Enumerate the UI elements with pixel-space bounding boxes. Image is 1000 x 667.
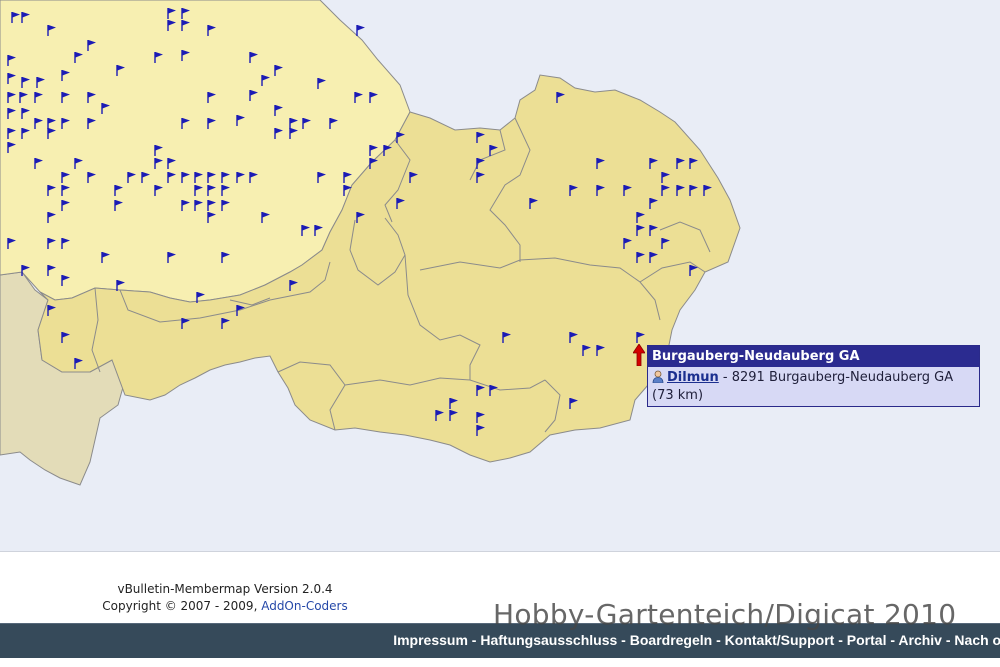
addon-coders-link[interactable]: AddOn-Coders (261, 599, 348, 613)
footer-links: Impressum - Haftungsausschluss - Boardre… (393, 632, 1000, 648)
footer-link-haftungsausschluss[interactable]: Haftungsausschluss (480, 632, 617, 648)
footer-link-archiv[interactable]: Archiv (898, 632, 942, 648)
map-canvas[interactable] (0, 0, 1000, 552)
footer-link-nach-oben[interactable]: Nach oben (954, 632, 1000, 648)
footer-separator: - (467, 632, 481, 648)
copyright-line: Copyright © 2007 - 2009, AddOn-Coders (60, 598, 390, 615)
footer-credit: vBulletin-Membermap Version 2.0.4 Copyri… (60, 581, 390, 615)
footer-separator: - (712, 632, 725, 648)
tooltip-body: Dilmun - 8291 Burgauberg-Neudauberg GA (… (648, 367, 979, 404)
flag-icon[interactable] (356, 25, 365, 36)
map-bottom-divider (0, 551, 1000, 552)
tooltip-user-link[interactable]: Dilmun (667, 370, 719, 385)
version-text: vBulletin-Membermap Version 2.0.4 (117, 582, 333, 596)
footer-separator: - (617, 632, 630, 648)
footer-link-boardregeln[interactable]: Boardregeln (630, 632, 712, 648)
footer-separator: - (834, 632, 847, 648)
red-arrow-marker-icon[interactable] (632, 343, 646, 370)
user-icon (652, 370, 664, 388)
footer-link-kontakt-support[interactable]: Kontakt/Support (725, 632, 835, 648)
footer-link-portal[interactable]: Portal (847, 632, 887, 648)
copyright-text: Copyright © 2007 - 2009, (102, 599, 262, 613)
footer-separator: - (941, 632, 955, 648)
footer-bar: Impressum - Haftungsausschluss - Boardre… (0, 623, 1000, 658)
tooltip-title: Burgauberg-Neudauberg GA (648, 346, 979, 367)
footer-separator: - (886, 632, 899, 648)
member-tooltip: Burgauberg-Neudauberg GA Dilmun - 8291 B… (647, 345, 980, 407)
footer-link-impressum[interactable]: Impressum (393, 632, 468, 648)
member-map[interactable] (0, 0, 1000, 552)
